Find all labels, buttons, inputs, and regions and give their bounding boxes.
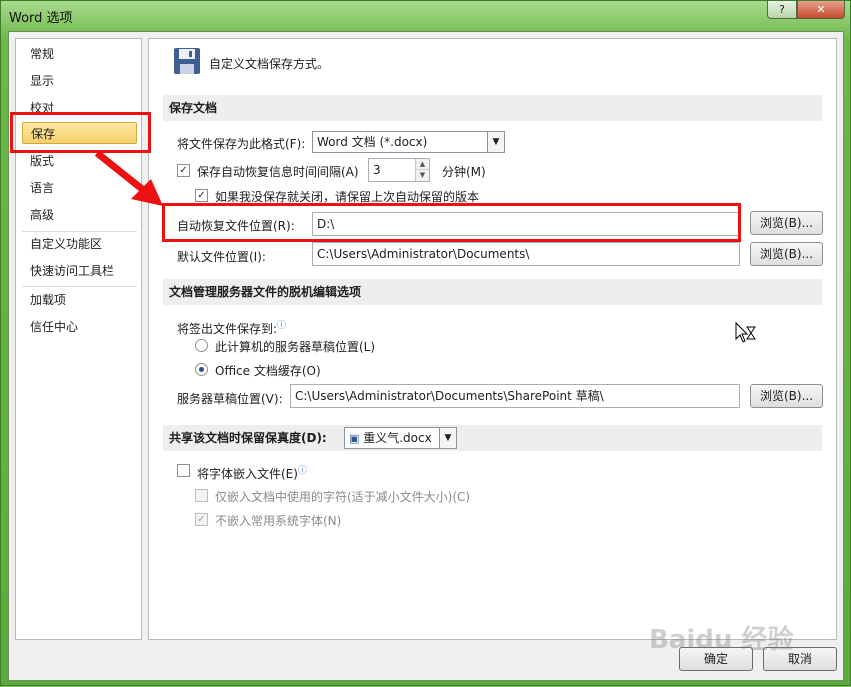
sidebar-divider [22, 286, 137, 287]
drafts-location-label: 服务器草稿位置(V): [177, 392, 283, 406]
sidebar-divider [22, 231, 137, 232]
annotation-highlight-save [10, 112, 151, 153]
watermark-logo: Baidu 经验 [649, 625, 794, 655]
default-location-label: 默认文件位置(I): [177, 250, 266, 264]
section-offline-editing: 文档管理服务器文件的脱机编辑选项 [163, 279, 822, 305]
options-main-panel: 自定义文档保存方式。 保存文档 将文件保存为此格式(F): Word 文档 (*… [148, 38, 837, 640]
default-location-input[interactable]: C:\Users\Administrator\Documents\ [312, 242, 740, 266]
sidebar-item-layout[interactable]: 版式 [22, 150, 137, 172]
save-format-select[interactable]: Word 文档 (*.docx) ▼ [312, 131, 505, 153]
info-icon: ⓘ [277, 321, 287, 331]
embed-fonts-checkbox[interactable] [177, 464, 190, 477]
info-icon: ⓘ [297, 466, 307, 476]
word-options-dialog: Word 选项 ? ✕ 常规 显示 校对 保存 版式 语言 高级 自定义功能区 … [0, 0, 851, 686]
save-format-label: 将文件保存为此格式(F): [177, 137, 306, 151]
window-title: Word 选项 [9, 11, 73, 26]
server-drafts-label: 此计算机的服务器草稿位置(L) [215, 340, 376, 354]
sidebar-item-quick-access-toolbar[interactable]: 快速访问工具栏 [22, 260, 137, 282]
sidebar-item-language[interactable]: 语言 [22, 177, 137, 199]
spin-down-icon[interactable]: ▼ [416, 170, 429, 181]
minutes-label: 分钟(M) [442, 165, 486, 179]
autorecover-minutes-value: 3 [373, 163, 381, 177]
autorecover-checkbox[interactable]: ✓ [177, 164, 190, 177]
help-button[interactable]: ? [767, 1, 797, 19]
fidelity-document-select[interactable]: ▣ 重义气.docx ▼ [344, 427, 457, 449]
embed-used-chars-label: 仅嵌入文档中使用的字符(适于减小文件大小)(C) [215, 490, 471, 504]
browse-default-button[interactable]: 浏览(B)... [750, 242, 823, 266]
no-common-fonts-label: 不嵌入常用系统字体(N) [215, 514, 342, 528]
browse-drafts-button[interactable]: 浏览(B)... [750, 384, 823, 408]
no-common-fonts-checkbox[interactable]: ✓ [195, 513, 208, 526]
office-cache-label: Office 文档缓存(O) [215, 364, 321, 378]
chevron-down-icon[interactable]: ▼ [439, 428, 456, 448]
spin-up-icon[interactable]: ▲ [416, 159, 429, 170]
title-bar[interactable]: Word 选项 ? ✕ [1, 1, 850, 31]
sidebar-item-addins[interactable]: 加载项 [22, 289, 137, 311]
busy-cursor-icon [735, 321, 756, 343]
fidelity-title: 共享该文档时保留保真度(D): [169, 431, 327, 445]
section-preserve-fidelity: 共享该文档时保留保真度(D): [163, 425, 822, 451]
drafts-location-input[interactable]: C:\Users\Administrator\Documents\SharePo… [290, 384, 740, 408]
embed-fonts-text: 将字体嵌入文件(E) [197, 467, 298, 481]
word-doc-icon: ▣ [349, 432, 360, 445]
embed-fonts-label: 将字体嵌入文件(E)ⓘ [197, 463, 307, 482]
autorecover-minutes-spinner[interactable]: 3 ▲ ▼ [368, 158, 430, 182]
sidebar-item-trust-center[interactable]: 信任中心 [22, 316, 137, 338]
save-format-value: Word 文档 (*.docx) [317, 135, 428, 149]
sidebar-item-general[interactable]: 常规 [22, 43, 137, 65]
section-save-documents: 保存文档 [163, 95, 822, 121]
server-drafts-radio[interactable] [195, 339, 208, 352]
close-button[interactable]: ✕ [797, 1, 845, 19]
checkout-label-text: 将签出文件保存到: [177, 322, 278, 336]
sidebar-item-customize-ribbon[interactable]: 自定义功能区 [22, 233, 137, 255]
sidebar-item-advanced[interactable]: 高级 [22, 204, 137, 226]
keep-last-version-checkbox[interactable]: ✓ [195, 189, 208, 202]
embed-used-chars-checkbox[interactable] [195, 489, 208, 502]
radio-selected-dot [199, 367, 204, 372]
page-description: 自定义文档保存方式。 [209, 57, 330, 71]
office-cache-radio[interactable] [195, 363, 208, 376]
checkout-label: 将签出文件保存到:ⓘ [177, 318, 286, 337]
chevron-down-icon[interactable]: ▼ [487, 132, 504, 152]
floppy-disk-icon [174, 48, 200, 74]
annotation-highlight-autorecover [162, 203, 741, 242]
sidebar-item-display[interactable]: 显示 [22, 70, 137, 92]
fidelity-document-value: 重义气.docx [363, 431, 432, 445]
browse-autorecover-button[interactable]: 浏览(B)... [750, 211, 823, 235]
autorecover-label: 保存自动恢复信息时间间隔(A) [197, 165, 359, 179]
